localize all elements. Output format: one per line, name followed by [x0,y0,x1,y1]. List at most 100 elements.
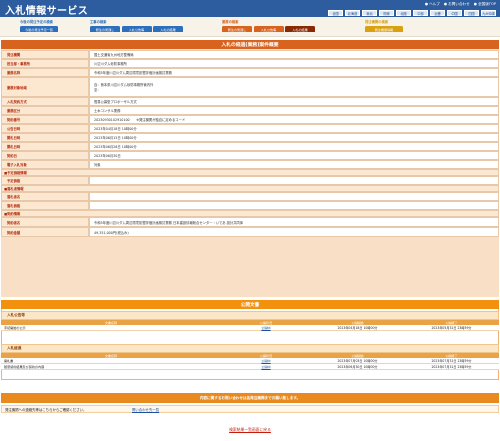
detail-row-value: 20230930102910100 ※発注機関が独自に定めるコード [89,115,499,124]
region-tab-tohoku[interactable]: 東北 [362,10,377,16]
detail-row-value: 2023年06月30日 [89,151,499,160]
contact-row: 発注機関への連絡先等はこちらからご確認ください。 問い合わせ先一覧 [1,405,499,413]
nav-group: 今後の発注予定の検索今後の発注予定一覧 [20,19,58,35]
detail-row-value [89,201,499,210]
detail-row-label: 契約者名 [1,217,89,227]
detail-row-value [89,176,499,185]
detail-section-heading: ■契約情報 [1,210,499,217]
detail-row-value: 国土交通省九州地方整備局 [89,50,499,59]
nav-group: 工事の検索発注の見通し 入札公告等 入札の結果 [90,19,183,35]
detail-row-label: 電子入札対象 [1,160,89,169]
detail-row-label: 業務名称 [1,68,89,77]
doc-name: 随意契約結果及び契約の内容 [4,365,45,369]
nav-tab[interactable]: 発注の見通し [90,26,120,32]
detail-row: 公告日時 2023年04月18日 10時00分 [1,124,499,133]
nav-group-tabs: 発注機関情報 [365,26,403,32]
nav-tab[interactable]: 入札の結果 [285,26,315,32]
doc-table-row: 随意契約結果及び契約の内容 公開中 2023年06月30日 10時00分 2023年0… [1,364,499,370]
detail-row-value: 簡易公募型プロポーザル方式 [89,97,499,106]
doc-end: 2023年07月31日 23時59分 [431,365,472,369]
doc-table-row: 手続開始の公示 公開中 2023年04月18日 10時00分 2023年05月31日 … [1,325,499,331]
detail-row-value: 自：熊本県川辺川ダム砂防事務所管内外 至： [89,77,499,97]
detail-row: 担当部・事務所 川辺川ダム砂防事務所 [1,59,499,68]
region-tab-all[interactable]: 全国 [328,10,343,16]
nav-tab[interactable]: 発注機関情報 [365,26,403,32]
contact-link[interactable]: ● お問い合わせ [444,2,470,7]
detail-row: 予定価格 [1,176,499,185]
detail-row: 契約番号 20230930102910100 ※発注機関が独自に定めるコード [1,115,499,124]
doc-end: 2023年07月31日 23時59分 [431,359,472,363]
detail-row: 契約金額 49,351,000円(税込み) [1,227,499,237]
nav-tab[interactable]: 今後の発注予定一覧 [20,26,58,32]
detail-row-label: 落札者名 [1,192,89,201]
region-tab-kinki[interactable]: 近畿 [430,10,445,16]
region-tab-kanto[interactable]: 関東 [379,10,394,16]
detail-row-label: 開札日時 [1,133,89,142]
nav-group-title: 発注機関の検索 [365,20,389,24]
doc-status-link[interactable]: 公開中 [221,325,311,330]
detail-row: 契約日 2023年06月30日 [1,151,499,160]
nav-group-tabs: 発注の見通し 入札公告等 入札の結果 [90,26,183,32]
detail-row: 契約者名 令和5年度川辺川ダム周辺環境影響評価計画検討業務 日本建設情報総合センタ… [1,217,499,227]
detail-title: 入札の経過(業務)案件概要 [1,40,499,49]
nav-group-title: 今後の発注予定の検索 [20,20,53,24]
detail-row-label: 予定価格 [1,176,89,185]
detail-row-value: 2023年06月26日 10時00分 [89,142,499,151]
contact-link-label[interactable]: お問い合わせ [448,2,470,6]
nav-group-title: 業務の検索 [222,20,239,24]
detail-row: 業務区分 土木コンサル業務 [1,106,499,115]
home-link-label[interactable]: 全国版TOP [478,2,496,6]
nav-group: 業務の検索発注の見通し 入札公告等 入札の結果 [222,19,315,35]
region-tab-chubu[interactable]: 中部 [413,10,428,16]
contact-list-link[interactable]: 問い合わせ先一覧 [132,407,159,412]
doc-start: 2023年06月30日 10時00分 [337,365,378,369]
detail-row: 開札日時 2023年06月26日 10時00分 [1,142,499,151]
detail-row-label: 開札日時 [1,142,89,151]
nav-group-title: 工事の検索 [90,20,107,24]
doc-end: 2023年05月31日 23時59分 [431,326,472,330]
nav-group: 発注機関の検索発注機関情報 [365,19,403,35]
detail-row-label: 公告日時 [1,124,89,133]
detail-section-heading: ■予定価格情報 [1,169,499,176]
detail-row: 発注機関 国土交通省九州地方整備局 [1,50,499,59]
doc-name: 手続開始の公示 [4,326,26,330]
nav-group-tabs: 発注の見通し 入札公告等 入札の結果 [222,26,315,32]
return-to-results-link[interactable]: 検索結果一覧画面に戻る [0,427,500,433]
detail-row-value: 土木コンサル業務 [89,106,499,115]
nav-tab[interactable]: 入札の結果 [153,26,183,32]
region-tab-chugoku[interactable]: 中国 [447,10,462,16]
doc-start: 2023年04月18日 10時00分 [337,326,378,330]
nav-tab[interactable]: 入札公告等 [253,26,284,32]
region-tab-hokuriku[interactable]: 北陸 [396,10,411,16]
nav-group-tabs: 今後の発注予定一覧 [20,26,58,32]
region-tab-hokkaido[interactable]: 北海道 [345,10,360,16]
site-title[interactable]: 入札情報サービス [5,2,88,17]
detail-row-label: 業務対象地域 [1,77,89,97]
detail-row: 業務名称 令和5年度川辺川ダム周辺環境影響評価計画検討業務 [1,68,499,77]
detail-row-label: 落札価格 [1,201,89,210]
region-nav: 全国 北海道 東北 関東 北陸 中部 近畿 中国 四国 九州沖縄 [328,10,496,16]
detail-section-heading: ■落札者情報 [1,185,499,192]
doc-status-link[interactable]: 公開中 [221,364,311,369]
nav-tab[interactable]: 入札公告等 [121,26,152,32]
help-link-label[interactable]: ヘルプ [429,2,440,6]
detail-row: 落札者名 [1,192,499,201]
detail-row-value: 対象 [89,160,499,169]
home-link[interactable]: ● 全国版TOP [474,2,496,7]
detail-row-label: 担当部・事務所 [1,59,89,68]
region-tab-kyushu[interactable]: 九州沖縄 [481,10,496,16]
region-tab-shikoku[interactable]: 四国 [464,10,479,16]
contact-text: 発注機関への連絡先等はこちらからご確認ください。 [5,407,87,412]
help-link[interactable]: ● ヘルプ [425,2,440,7]
documents-title: 公開文書 [1,300,499,309]
detail-row-value: 令和5年度川辺川ダム周辺環境影響評価計画検討業務 日本建設情報総合センター・いで… [89,217,499,227]
doc-table-title: 入札経過 [1,344,499,353]
detail-row-label: 業務区分 [1,106,89,115]
contact-banner: 内容に関するお問い合わせは各発注機関までお願い致します。 [1,393,499,403]
doc-status-link[interactable]: 公開中 [221,358,311,363]
detail-row-value: 2023年04月18日 10時00分 [89,124,499,133]
detail-row: 開札日時 2023年06月15日 10時00分 [1,133,499,142]
nav-tab[interactable]: 発注の見通し [222,26,252,32]
detail-row-value: 令和5年度川辺川ダム周辺環境影響評価計画検討業務 [89,68,499,77]
doc-table-title: 入札公告等 [1,311,499,320]
